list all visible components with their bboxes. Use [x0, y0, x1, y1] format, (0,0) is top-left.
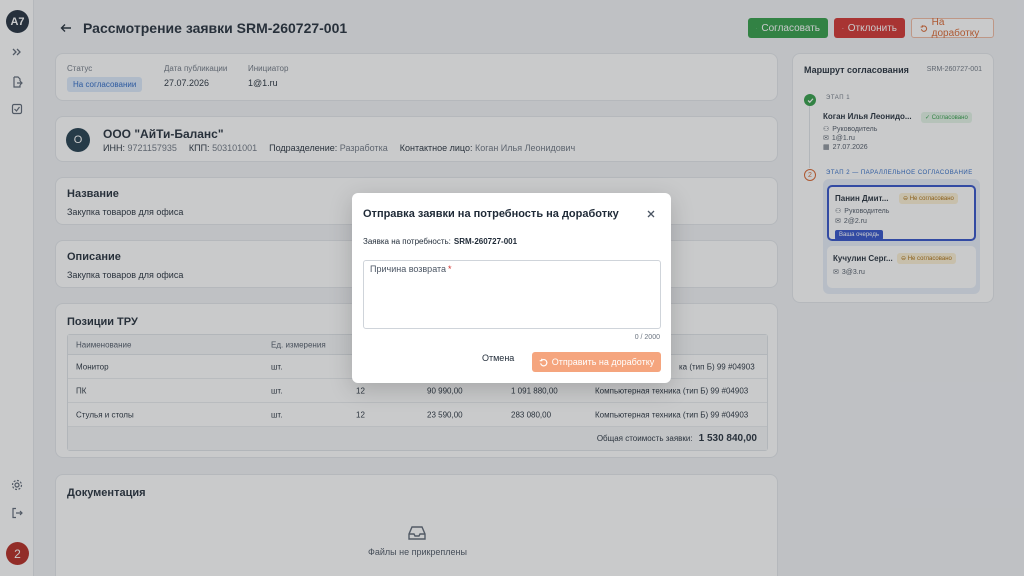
modal-subtitle: Заявка на потребность: SRM-260727-001: [363, 237, 517, 246]
required-asterisk: *: [448, 264, 452, 274]
undo-icon: [539, 358, 548, 366]
return-reason-label-text: Причина возврата: [370, 264, 447, 274]
submit-rework-button[interactable]: Отправить на доработку: [532, 352, 661, 372]
request-label: Заявка на потребность:: [363, 237, 451, 246]
modal-title: Отправка заявки на потребность на дорабо…: [363, 208, 619, 220]
close-icon[interactable]: [645, 208, 657, 220]
return-reason-label: Причина возврата *: [370, 264, 452, 274]
submit-rework-label: Отправить на доработку: [551, 357, 655, 367]
cancel-button[interactable]: Отмена: [482, 353, 514, 363]
rework-modal: Отправка заявки на потребность на дорабо…: [352, 193, 671, 383]
character-counter: 0 / 2000: [634, 334, 660, 341]
request-code: SRM-260727-001: [453, 237, 518, 246]
